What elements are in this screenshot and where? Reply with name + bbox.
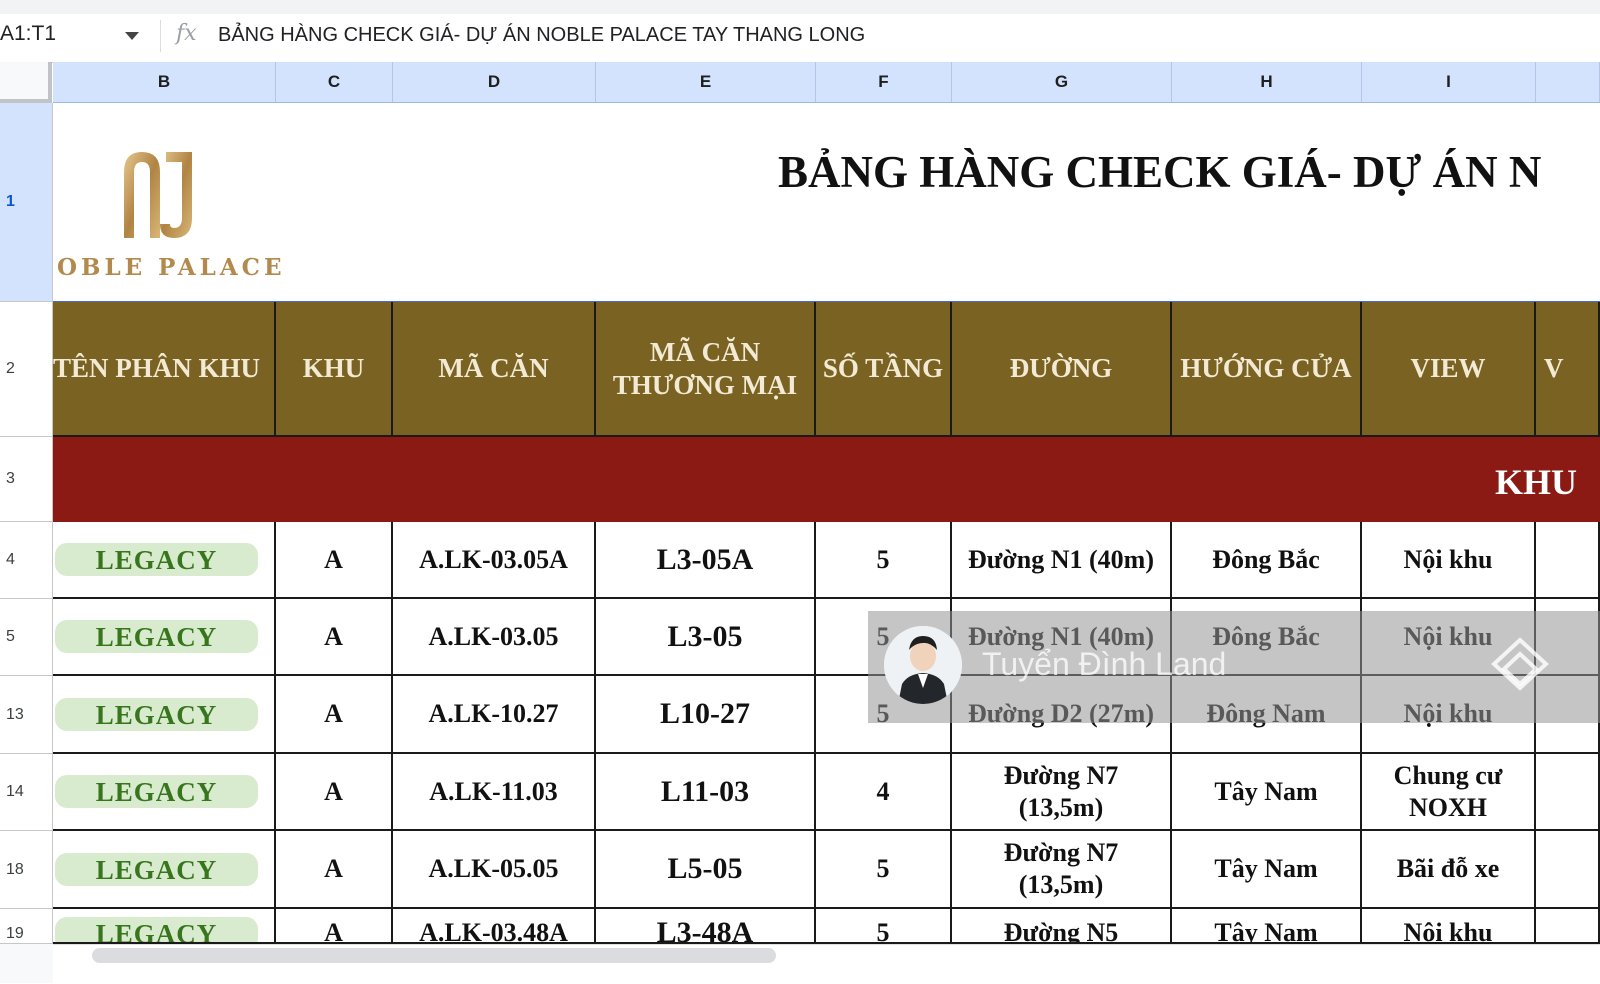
scrollbar-thumb[interactable]: [92, 948, 776, 963]
cell-view[interactable]: Bãi đỗ xe: [1362, 831, 1536, 909]
zone-badge: LEGACY: [55, 775, 258, 808]
cell-khu[interactable]: A: [276, 599, 393, 676]
row-header-13[interactable]: 13: [0, 676, 53, 754]
cell-ma-can-tm[interactable]: L11-03: [596, 754, 816, 831]
cell-duong[interactable]: Đường N7 (13,5m): [952, 831, 1172, 909]
logo-wordmark: OBLE PALACE: [57, 254, 286, 281]
row-header-2[interactable]: 2: [0, 302, 53, 437]
zone-badge: LEGACY: [55, 543, 258, 576]
header-ma-can[interactable]: MÃ CĂN: [393, 302, 596, 437]
sheet-corner-bottom: [0, 944, 54, 983]
zone-cell[interactable]: LEGACY: [53, 909, 276, 944]
cell-ma-can[interactable]: A.LK-03.05: [393, 599, 596, 676]
row-header-19[interactable]: 19: [0, 909, 53, 944]
select-all-corner[interactable]: [0, 62, 52, 103]
cell-ma-can[interactable]: A.LK-11.03: [393, 754, 596, 831]
header-ten-phan-khu[interactable]: TÊN PHÂN KHU: [53, 302, 276, 437]
section-row[interactable]: [53, 437, 1600, 524]
section-label: KHU: [1495, 462, 1578, 502]
cell-ma-can[interactable]: A.LK-03.48A: [393, 909, 596, 944]
cell-so-tang[interactable]: 5: [816, 909, 952, 944]
column-header-g[interactable]: G: [952, 62, 1172, 103]
zone-cell[interactable]: LEGACY: [53, 599, 276, 676]
zone-badge: LEGACY: [55, 852, 258, 886]
noble-palace-logo-icon: [124, 152, 192, 238]
house-logo-icon: [1491, 637, 1549, 691]
zone-cell[interactable]: LEGACY: [53, 676, 276, 754]
zone-cell[interactable]: LEGACY: [53, 754, 276, 831]
column-header-j[interactable]: [1536, 62, 1600, 103]
header-so-tang[interactable]: SỐ TẦNG: [816, 302, 952, 437]
cell-so-tang[interactable]: 5: [816, 522, 952, 599]
row-header-5[interactable]: 5: [0, 599, 53, 676]
header-duong[interactable]: ĐƯỜNG: [952, 302, 1172, 437]
column-header-f[interactable]: F: [816, 62, 952, 103]
cell-khu[interactable]: A: [276, 676, 393, 754]
zone-badge: LEGACY: [55, 620, 258, 653]
column-header-h[interactable]: H: [1172, 62, 1362, 103]
row-header-4[interactable]: 4: [0, 522, 53, 599]
header-view[interactable]: VIEW: [1362, 302, 1536, 437]
header-ma-can-thuong-mai[interactable]: MÃ CĂN THƯƠNG MẠI: [596, 302, 816, 437]
cell-duong[interactable]: Đường N5: [952, 909, 1172, 944]
cell-view[interactable]: Chung cư NOXH: [1362, 754, 1536, 831]
cell-duong[interactable]: Đường N1 (40m): [952, 522, 1172, 599]
cell-ma-can-tm[interactable]: L5-05: [596, 831, 816, 909]
cell-khu[interactable]: A: [276, 909, 393, 944]
row-header-18[interactable]: 18: [0, 831, 53, 909]
cell-khu[interactable]: A: [276, 831, 393, 909]
name-box-value[interactable]: A1:T1: [0, 22, 56, 46]
avatar: [884, 626, 962, 704]
cell-huong[interactable]: Đông Bắc: [1172, 522, 1362, 599]
cell-view[interactable]: Nội khu: [1362, 522, 1536, 599]
cell-view[interactable]: Nội khu: [1362, 909, 1536, 944]
header-huong-cua[interactable]: HƯỚNG CỬA: [1172, 302, 1362, 437]
chevron-down-icon[interactable]: [125, 32, 139, 40]
cell-so-tang[interactable]: 4: [816, 754, 952, 831]
zone-cell[interactable]: LEGACY: [53, 831, 276, 909]
zone-badge: LEGACY: [55, 917, 258, 942]
cell-empty[interactable]: [1536, 831, 1600, 909]
zone-cell[interactable]: LEGACY: [53, 522, 276, 599]
cell-khu[interactable]: A: [276, 522, 393, 599]
cell-ma-can-tm[interactable]: L3-48A: [596, 909, 816, 944]
column-header-b[interactable]: B: [53, 62, 276, 103]
column-header-c[interactable]: C: [276, 62, 393, 103]
column-header-e[interactable]: E: [596, 62, 816, 103]
row-header-1[interactable]: 1: [0, 103, 53, 302]
cell-huong[interactable]: Tây Nam: [1172, 831, 1362, 909]
column-header-i[interactable]: I: [1362, 62, 1536, 103]
cell-empty[interactable]: [1536, 522, 1600, 599]
cell-ma-can-tm[interactable]: L3-05: [596, 599, 816, 676]
cell-duong[interactable]: Đường N7 (13,5m): [952, 754, 1172, 831]
row-header-3[interactable]: 3: [0, 437, 53, 522]
formula-input[interactable]: BẢNG HÀNG CHECK GIÁ- DỰ ÁN NOBLE PALACE …: [218, 24, 865, 47]
cell-huong[interactable]: Tây Nam: [1172, 754, 1362, 831]
watermark-text: Tuyển Đình Land: [982, 646, 1227, 682]
cell-empty[interactable]: [1536, 909, 1600, 944]
cell-so-tang[interactable]: 5: [816, 831, 952, 909]
divider: [160, 20, 161, 52]
sheet-title: BẢNG HÀNG CHECK GIÁ- DỰ ÁN N: [778, 147, 1542, 197]
cell-huong[interactable]: Tây Nam: [1172, 909, 1362, 944]
function-icon: fx: [176, 21, 197, 46]
header-khu[interactable]: KHU: [276, 302, 393, 437]
cell-ma-can-tm[interactable]: L3-05A: [596, 522, 816, 599]
cell-ma-can[interactable]: A.LK-10.27: [393, 676, 596, 754]
column-header-d[interactable]: D: [393, 62, 596, 103]
toolbar-strip: [0, 0, 1600, 14]
cell-ma-can-tm[interactable]: L10-27: [596, 676, 816, 754]
row-header-14[interactable]: 14: [0, 754, 53, 831]
cell-empty[interactable]: [1536, 754, 1600, 831]
zone-badge: LEGACY: [55, 697, 258, 731]
cell-khu[interactable]: A: [276, 754, 393, 831]
cell-ma-can[interactable]: A.LK-05.05: [393, 831, 596, 909]
header-next[interactable]: V: [1536, 302, 1600, 437]
cell-ma-can[interactable]: A.LK-03.05A: [393, 522, 596, 599]
